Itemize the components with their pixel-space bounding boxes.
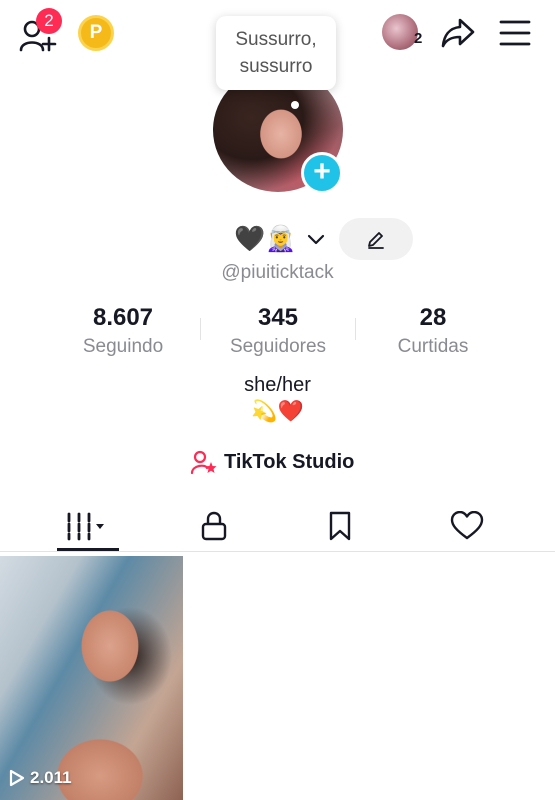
video-views-count: 2.011 xyxy=(30,768,72,787)
heart-icon xyxy=(450,511,484,540)
stat-label: Seguindo xyxy=(82,336,164,357)
stat-divider xyxy=(200,318,201,340)
menu-icon[interactable] xyxy=(498,18,532,48)
pencil-icon xyxy=(368,232,384,249)
edit-profile-button[interactable] xyxy=(339,218,413,260)
grid-icon xyxy=(67,512,104,541)
video-views: 2.011 xyxy=(9,768,72,788)
profile-tabs xyxy=(0,500,555,552)
stat-value: 28 xyxy=(419,304,447,331)
friend-requests-badge: 2 xyxy=(36,8,62,34)
lock-icon xyxy=(201,511,227,541)
stat-label: Curtidas xyxy=(397,336,469,357)
stat-value: 8.607 xyxy=(92,304,154,331)
friends-avatar[interactable] xyxy=(382,14,418,50)
bio-emoji: 💫❤️ xyxy=(251,400,304,423)
bookmark-icon xyxy=(329,511,351,541)
friends-count: 2 xyxy=(414,30,423,47)
studio-icon xyxy=(190,450,217,475)
stat-divider xyxy=(355,318,356,340)
profile-name: 🖤🧝‍♀️ xyxy=(234,225,297,253)
add-story-button[interactable]: + xyxy=(301,152,343,194)
stat-likes[interactable]: 28 Curtidas xyxy=(358,303,508,359)
play-icon xyxy=(9,769,25,787)
share-icon[interactable] xyxy=(440,16,476,50)
tab-liked[interactable] xyxy=(407,500,527,552)
stat-label: Seguidores xyxy=(229,336,327,357)
tab-videos[interactable] xyxy=(28,500,148,552)
note-bubble[interactable]: Sussurro, sussurro xyxy=(216,16,336,90)
chevron-down-icon[interactable] xyxy=(304,227,328,251)
note-bubble-tail xyxy=(291,101,299,109)
tab-favorites[interactable] xyxy=(280,500,400,552)
stat-followers[interactable]: 345 Seguidores xyxy=(203,303,353,359)
tiktok-studio-label: TikTok Studio xyxy=(224,450,355,473)
stat-value: 345 xyxy=(257,304,299,331)
video-thumbnail[interactable] xyxy=(0,556,183,800)
active-tab-indicator xyxy=(57,548,119,551)
tiktok-studio-link[interactable]: TikTok Studio xyxy=(190,447,354,477)
tab-private[interactable] xyxy=(154,500,274,552)
coin-icon[interactable]: P xyxy=(78,15,114,51)
stat-following[interactable]: 8.607 Seguindo xyxy=(48,303,198,359)
username: @piuiticktack xyxy=(221,262,334,283)
profile-name-row[interactable]: 🖤🧝‍♀️ xyxy=(234,220,328,258)
bio-text: she/her xyxy=(244,374,311,396)
